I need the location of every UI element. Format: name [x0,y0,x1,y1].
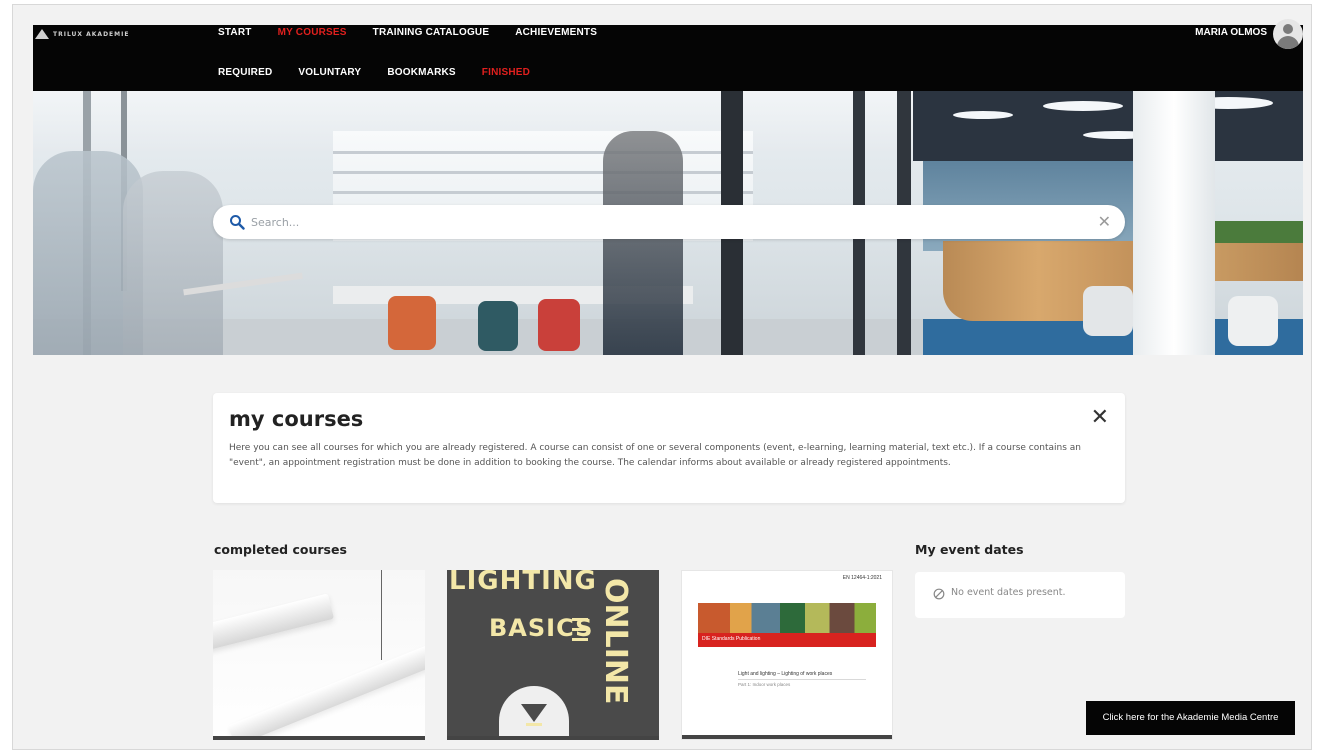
document-divider [738,679,866,680]
course-card-progress [447,736,659,740]
top-navigation: TRILUX AKADEMIE START MY COURSES TRAININ… [33,19,1303,91]
hero-chair [478,301,518,351]
hero-ceiling-lamp [1043,101,1123,111]
subnav-required[interactable]: REQUIRED [218,67,272,78]
hero-person [603,131,683,355]
hero-wood-panel [1215,241,1303,281]
course-card[interactable]: LIGHTING BASICS ONLINE [447,570,659,740]
page: TRILUX AKADEMIE START MY COURSES TRAININ… [12,4,1312,750]
course-cover-line1: LIGHTING [449,570,597,596]
logo-icon [35,29,49,39]
hero-chair [388,296,436,350]
hero-ceiling-lamp [953,111,1013,119]
course-cover-side-text: ONLINE [598,578,633,705]
user-name[interactable]: MARIA OLMOS [1195,27,1267,38]
subnav-voluntary[interactable]: VOLUNTARY [298,67,361,78]
page-title: my courses [229,407,364,431]
document-banner-text: DIE Standards Publication [702,636,761,642]
sub-nav: REQUIRED VOLUNTARY BOOKMARKS FINISHED [218,67,556,78]
document-heading: Light and lighting – Lighting of work pl… [738,671,833,677]
hero-column [1133,91,1215,355]
media-centre-button[interactable]: Click here for the Akademie Media Centre [1086,701,1295,735]
logo-text: TRILUX AKADEMIE [53,30,130,38]
search-icon[interactable] [229,214,245,230]
course-card-progress [213,736,425,740]
course-cover-dash [572,618,588,621]
hero-plants [1215,221,1303,243]
logo[interactable]: TRILUX AKADEMIE [35,29,129,39]
course-card-progress [682,735,892,739]
hero-person [123,171,223,355]
course-card[interactable]: EN 12464-1:2021 DIE Standards Publicatio… [681,570,893,740]
hero-chair [1228,296,1278,346]
course-cover-dash [572,638,588,641]
course-image-luminaire [227,635,425,740]
nav-my-courses[interactable]: MY COURSES [278,27,347,38]
event-dates-empty-text: No event dates present. [951,587,1066,598]
course-card[interactable] [213,570,425,740]
nav-training-catalogue[interactable]: TRAINING CATALOGUE [373,27,490,38]
nav-start[interactable]: START [218,27,252,38]
search-input[interactable] [251,211,1071,233]
hero-chair [538,299,580,351]
avatar-body-icon [1277,36,1299,49]
avatar[interactable] [1273,19,1303,49]
clear-search-icon[interactable]: ✕ [1098,211,1111,233]
hero-stripe [333,171,753,174]
subnav-bookmarks[interactable]: BOOKMARKS [387,67,455,78]
course-image-luminaire [213,593,335,653]
event-dates-title: My event dates [915,542,1024,557]
info-card: my courses ✕ Here you can see all course… [213,393,1125,503]
completed-courses-title: completed courses [214,542,347,557]
search-bar: ✕ [213,205,1125,239]
course-cover-dash [572,628,588,631]
event-dates-card: No event dates present. [915,572,1125,618]
hero-stripe [333,151,753,154]
info-description: Here you can see all courses for which y… [229,443,1081,468]
no-entry-icon [933,588,945,600]
nav-achievements[interactable]: ACHIEVEMENTS [515,27,597,38]
hero-chair [1083,286,1133,336]
document-photo-strip [698,603,876,633]
document-subheading: Part 1: Indoor work places [738,682,791,687]
hero-stripe [333,191,753,194]
course-cover-lamp-light [526,723,542,726]
close-icon[interactable]: ✕ [1091,407,1109,429]
course-image-wire [381,570,382,660]
main-nav: START MY COURSES TRAINING CATALOGUE ACHI… [218,27,623,38]
avatar-head-icon [1283,24,1293,34]
subnav-finished[interactable]: FINISHED [482,67,530,78]
document-number: EN 12464-1:2021 [842,575,882,581]
